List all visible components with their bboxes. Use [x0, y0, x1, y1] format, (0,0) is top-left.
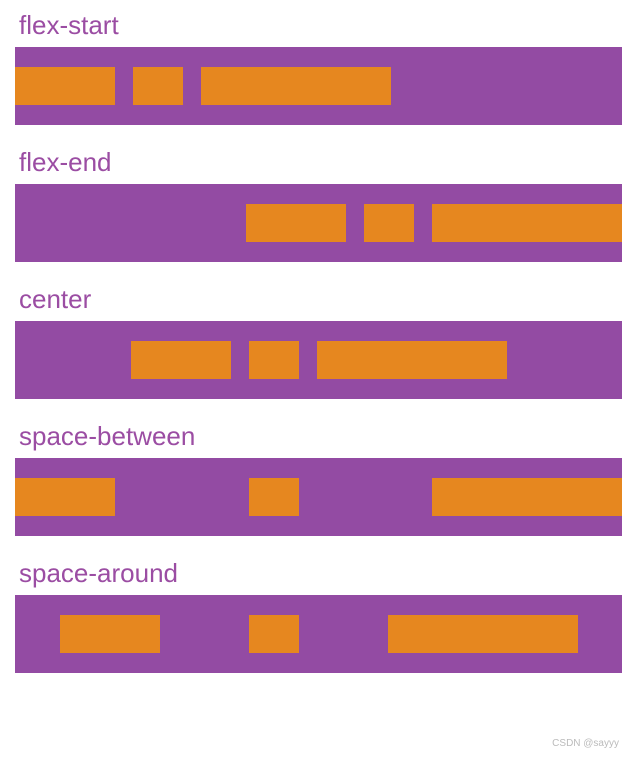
flex-item — [133, 67, 183, 105]
container-space-around — [15, 595, 622, 673]
flex-item — [246, 204, 346, 242]
flex-item — [388, 615, 578, 653]
label-space-between: space-between — [19, 421, 622, 452]
watermark: CSDN @sayyy — [552, 738, 619, 749]
flex-item — [131, 341, 231, 379]
section-space-between: space-between — [15, 421, 622, 536]
flex-item — [201, 67, 391, 105]
flex-item — [249, 341, 299, 379]
flex-item — [249, 478, 299, 516]
section-flex-end: flex-end — [15, 147, 622, 262]
container-space-between — [15, 458, 622, 536]
section-center: center — [15, 284, 622, 399]
container-flex-start — [15, 47, 622, 125]
container-center — [15, 321, 622, 399]
label-flex-start: flex-start — [19, 10, 622, 41]
container-flex-end — [15, 184, 622, 262]
section-flex-start: flex-start — [15, 10, 622, 125]
flex-item — [432, 204, 622, 242]
flex-item — [364, 204, 414, 242]
flex-item — [249, 615, 299, 653]
label-flex-end: flex-end — [19, 147, 622, 178]
flex-item — [15, 67, 115, 105]
label-space-around: space-around — [19, 558, 622, 589]
flex-item — [432, 478, 622, 516]
section-space-around: space-around — [15, 558, 622, 673]
flex-item — [15, 478, 115, 516]
flex-item — [60, 615, 160, 653]
label-center: center — [19, 284, 622, 315]
flex-item — [317, 341, 507, 379]
